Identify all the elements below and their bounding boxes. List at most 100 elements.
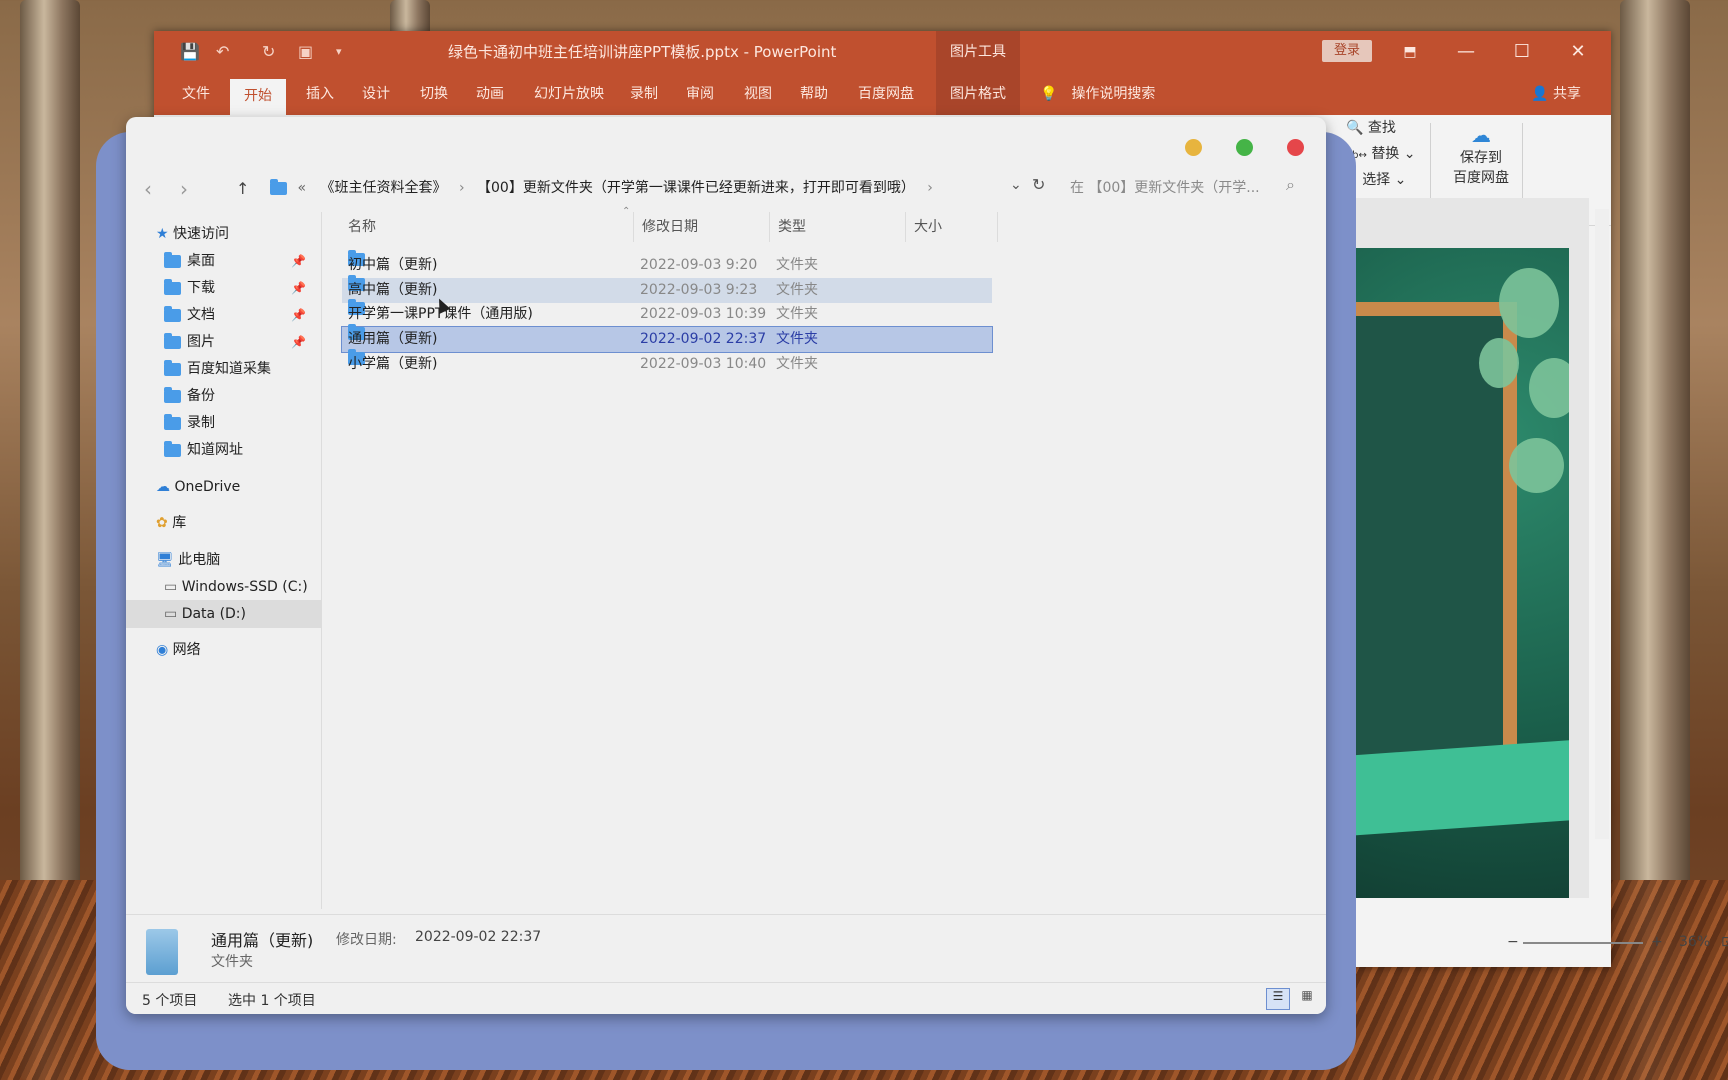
table-row[interactable]: 初中篇（更新) 2022-09-03 9:20 文件夹 xyxy=(342,250,992,278)
leaf-decoration xyxy=(1499,268,1559,338)
zoom-out-icon[interactable]: − xyxy=(1507,934,1519,950)
details-view-icon[interactable]: ☰ xyxy=(1266,988,1290,1010)
tab-review[interactable]: 审阅 xyxy=(676,73,724,115)
sidebar-item-label: 网络 xyxy=(172,642,201,658)
large-icons-view-icon[interactable]: ▦ xyxy=(1296,988,1318,1008)
breadcrumb-item[interactable]: 《班主任资料全套》 xyxy=(320,180,446,196)
replace-button[interactable]: ab↔ 替换 ⌄ xyxy=(1346,143,1416,163)
sidebar-item-recordings[interactable]: 录制 xyxy=(164,409,215,437)
details-pane: 通用篇（更新) 修改日期: 2022-09-02 22:37 文件夹 xyxy=(126,914,1326,983)
history-dropdown-icon[interactable]: ⌄ xyxy=(1010,177,1022,193)
search-icon: 🔍 xyxy=(1346,120,1364,136)
table-row[interactable]: 小学篇（更新) 2022-09-03 10:40 文件夹 xyxy=(342,349,992,377)
chevron-right-icon[interactable]: › xyxy=(459,180,465,196)
folder-icon xyxy=(164,386,181,403)
save-to-label-1: 保存到 xyxy=(1460,150,1502,166)
sidebar-item-downloads[interactable]: 下载 📌 xyxy=(164,274,314,302)
sidebar-item-quick-access[interactable]: ★ 快速访问 xyxy=(156,220,229,248)
pin-icon[interactable]: 📌 xyxy=(291,328,306,356)
tab-transitions[interactable]: 切换 xyxy=(410,73,458,115)
column-header-name[interactable]: 名称 xyxy=(340,212,634,242)
sidebar-item-drive-d[interactable]: ▭ Data (D:) xyxy=(126,600,321,628)
tab-help[interactable]: 帮助 xyxy=(790,73,838,115)
minimize-button[interactable] xyxy=(1185,139,1202,156)
search-input[interactable]: 在 【00】更新文件夹（开学... xyxy=(1070,177,1260,197)
customize-qat-icon[interactable]: ▾ xyxy=(336,45,342,58)
file-type: 文件夹 xyxy=(776,306,818,322)
tell-me-label: 操作说明搜索 xyxy=(1071,86,1156,102)
login-button[interactable]: 登录 xyxy=(1322,40,1372,62)
minimize-icon[interactable]: — xyxy=(1446,37,1486,67)
sidebar-item-onedrive[interactable]: ☁ OneDrive xyxy=(156,473,240,501)
sidebar-item-drive-c[interactable]: ▭ Windows-SSD (C:) xyxy=(164,573,308,601)
file-type: 文件夹 xyxy=(776,356,818,372)
pin-icon[interactable]: 📌 xyxy=(291,301,306,329)
sidebar-item-urls[interactable]: 知道网址 xyxy=(164,436,243,464)
tab-insert[interactable]: 插入 xyxy=(296,73,344,115)
zoom-slider[interactable] xyxy=(1523,942,1643,944)
column-header-type[interactable]: 类型 xyxy=(770,212,906,242)
up-icon[interactable]: ↑ xyxy=(236,179,249,198)
drive-icon: ▭ xyxy=(164,579,178,595)
sidebar-item-network[interactable]: ◉ 网络 xyxy=(156,636,201,664)
column-header-date[interactable]: 修改日期 xyxy=(634,212,770,242)
sidebar-item-pictures[interactable]: 图片 📌 xyxy=(164,328,314,356)
tab-animations[interactable]: 动画 xyxy=(466,73,514,115)
undo-icon[interactable]: ↶ xyxy=(216,42,229,61)
tab-baidu-netdisk[interactable]: 百度网盘 xyxy=(848,73,924,115)
tab-record[interactable]: 录制 xyxy=(620,73,668,115)
ppt-status-bar: − + 36% ⊡ xyxy=(1329,934,1728,964)
find-button[interactable]: 🔍 查找 xyxy=(1346,117,1396,137)
fit-slide-icon[interactable]: ⊡ xyxy=(1721,934,1728,950)
close-button[interactable] xyxy=(1287,139,1304,156)
maximize-icon[interactable]: ☐ xyxy=(1502,37,1542,67)
drive-icon: ▭ xyxy=(164,606,178,622)
breadcrumb-item[interactable]: 【00】更新文件夹（开学第一课课件已经更新进来，打开即可看到哦） xyxy=(477,180,915,196)
sidebar-item-desktop[interactable]: 桌面 📌 xyxy=(164,247,314,275)
tab-slideshow[interactable]: 幻灯片放映 xyxy=(526,73,612,115)
zoom-in-icon[interactable]: + xyxy=(1651,934,1663,950)
tell-me-search[interactable]: 💡 操作说明搜索 xyxy=(1040,73,1155,115)
sidebar-item-this-pc[interactable]: 🖥 此电脑 xyxy=(156,546,220,574)
search-icon[interactable]: ⌕ xyxy=(1286,175,1295,195)
folder-icon xyxy=(164,440,181,457)
share-button[interactable]: 👤 共享 xyxy=(1531,73,1581,115)
sidebar-item-documents[interactable]: 文档 📌 xyxy=(164,301,314,329)
column-header-size[interactable]: 大小 xyxy=(906,212,998,242)
sidebar-item-library[interactable]: ✿ 库 xyxy=(156,509,186,537)
forward-icon[interactable]: › xyxy=(180,177,188,201)
sidebar-item-baidu-zhidao[interactable]: 百度知道采集 xyxy=(164,355,271,383)
pin-icon[interactable]: 📌 xyxy=(291,247,306,275)
save-icon[interactable]: 💾 xyxy=(180,42,200,61)
breadcrumb[interactable]: « 《班主任资料全套》 › 【00】更新文件夹（开学第一课课件已经更新进来，打开… xyxy=(270,177,933,197)
tab-file[interactable]: 文件 xyxy=(172,73,220,115)
slide-thumbnail[interactable] xyxy=(1329,248,1569,898)
back-icon[interactable]: ‹ xyxy=(144,177,152,201)
overflow-icon[interactable]: « xyxy=(297,180,306,196)
close-icon[interactable]: ✕ xyxy=(1558,37,1598,67)
tab-picture-format[interactable]: 图片格式 xyxy=(936,73,1020,115)
sidebar-item-label: 录制 xyxy=(187,415,215,431)
file-date: 2022-09-03 9:20 xyxy=(640,257,758,273)
window-title: 绿色卡通初中班主任培训讲座PPT模板.pptx - PowerPoint xyxy=(448,43,837,61)
folder-icon xyxy=(270,178,287,195)
sidebar-item-backup[interactable]: 备份 xyxy=(164,382,215,410)
tab-design[interactable]: 设计 xyxy=(352,73,400,115)
pin-icon[interactable]: 📌 xyxy=(291,274,306,302)
redo-icon[interactable]: ↻ xyxy=(262,42,275,61)
file-date: 2022-09-02 22:37 xyxy=(640,331,767,347)
slide-editing-area[interactable] xyxy=(1329,198,1589,898)
vertical-scrollbar[interactable] xyxy=(1595,209,1609,839)
chevron-right-icon[interactable]: › xyxy=(927,180,933,196)
zoom-level[interactable]: 36% xyxy=(1679,934,1710,950)
desktop-icon xyxy=(164,251,181,268)
tab-view[interactable]: 视图 xyxy=(734,73,782,115)
tab-home[interactable]: 开始 xyxy=(230,79,286,115)
sidebar-item-label: OneDrive xyxy=(174,479,241,495)
table-row[interactable]: 通用篇（更新) 2022-09-02 22:37 文件夹 xyxy=(341,324,993,353)
maximize-button[interactable] xyxy=(1236,139,1253,156)
slideshow-icon[interactable]: ▣ xyxy=(298,42,313,61)
save-to-baidu-button[interactable]: ☁ 保存到 百度网盘 xyxy=(1450,123,1512,187)
refresh-icon[interactable]: ↻ xyxy=(1032,175,1045,194)
ribbon-display-icon[interactable]: ⬒ xyxy=(1390,37,1430,67)
